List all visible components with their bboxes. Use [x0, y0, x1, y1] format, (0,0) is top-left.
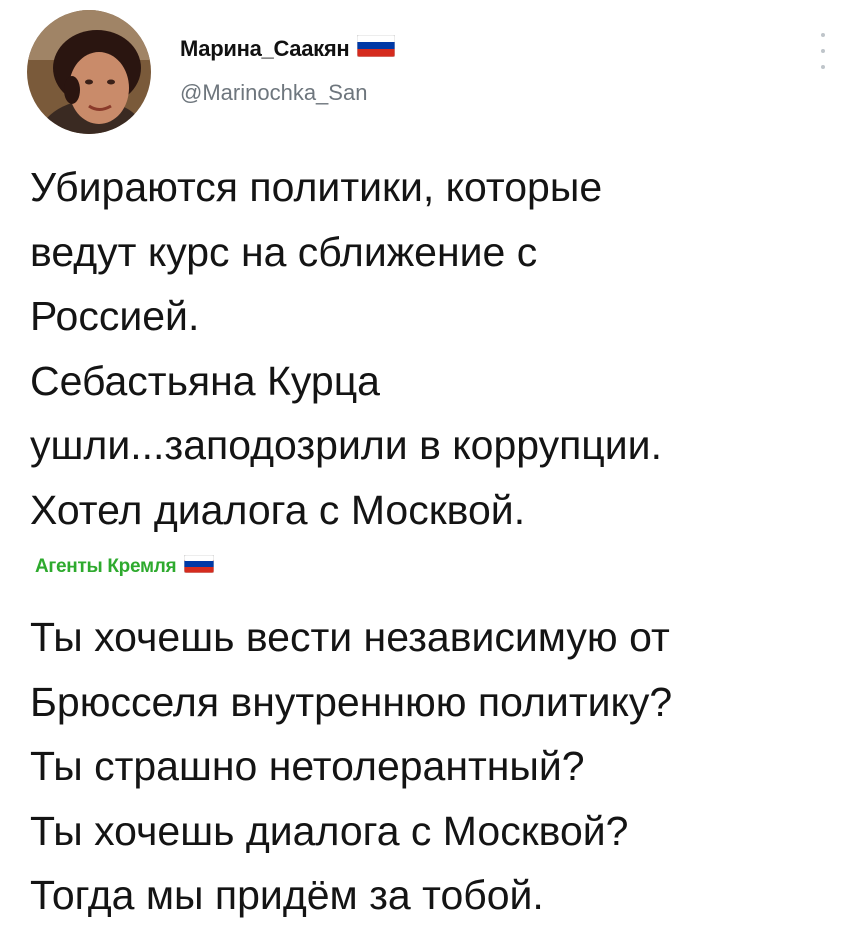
author-name[interactable]: Марина_Саакян: [180, 34, 396, 63]
avatar[interactable]: [27, 10, 151, 134]
tweet-line: ушли...заподозрили в коррупции.: [30, 422, 662, 468]
quote-text: Ты хочешь вести независимую от Брюсселя …: [30, 605, 830, 928]
quote-line: Брюсселя внутреннюю политику?: [30, 678, 673, 725]
profile-photo-icon: [27, 10, 151, 134]
flag-icon: [183, 554, 215, 579]
tweet-line: Себастьяна Курца: [30, 357, 380, 404]
quote-line: Тогда мы придём за тобой.: [30, 872, 544, 918]
quote-label: Агенты Кремля: [35, 554, 215, 579]
quote-label-text: Агенты Кремля: [35, 556, 177, 577]
tweet-line: Убираются политики, которые: [30, 164, 603, 210]
tweet-line: Хотел диалога с Москвой.: [30, 486, 526, 533]
more-vertical-icon[interactable]: [816, 33, 830, 69]
author-handle[interactable]: @Marinochka_San: [180, 80, 367, 106]
author-name-text: Марина_Саакян: [180, 36, 350, 61]
quote-line: Ты страшно нетолерантный?: [30, 743, 585, 789]
tweet-line: ведут курс на сближение с: [30, 228, 538, 275]
tweet-text: Убираются политики, которые ведут курс н…: [30, 155, 830, 542]
quote-line: Ты хочешь вести независимую от: [30, 614, 670, 660]
flag-icon: [357, 34, 396, 63]
tweet-line: Россией.: [30, 293, 200, 339]
quote-line: Ты хочешь диалога с Москвой?: [30, 807, 629, 854]
